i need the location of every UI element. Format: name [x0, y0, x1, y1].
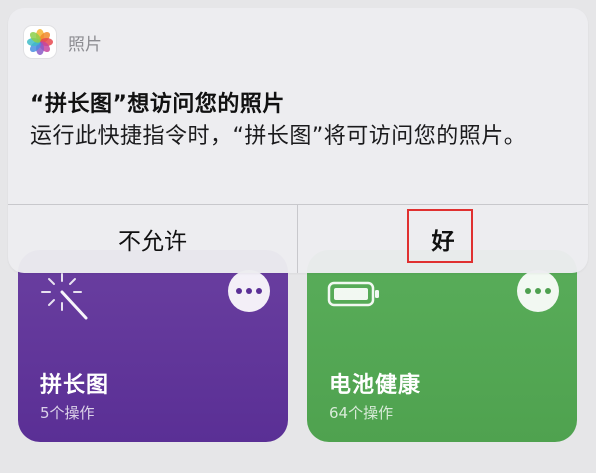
shortcut-action-count: 64个操作: [329, 404, 394, 422]
background: 拼长图 5个操作 电池健康 64个操作 照片 “拼长图”想访问您的照片 运行此快…: [0, 0, 596, 473]
dot-icon: [256, 288, 262, 294]
shortcut-action-count: 5个操作: [40, 404, 95, 422]
alert-title: “拼长图”想访问您的照片: [30, 92, 285, 117]
dot-icon: [535, 288, 541, 294]
more-options-button[interactable]: [517, 270, 559, 312]
photos-app-icon: [24, 26, 56, 58]
alert-app-name: 照片: [68, 34, 102, 55]
permission-alert: 照片 “拼长图”想访问您的照片 运行此快捷指令时，“拼长图”将可访问您的照片。 …: [8, 8, 588, 273]
battery-icon: [327, 270, 383, 318]
deny-button[interactable]: 不允许: [8, 205, 297, 273]
shortcut-card-pinchangtu[interactable]: 拼长图 5个操作: [18, 250, 288, 442]
more-options-button[interactable]: [228, 270, 270, 312]
alert-message: 运行此快捷指令时，“拼长图”将可访问您的照片。: [30, 124, 527, 149]
dot-icon: [236, 288, 242, 294]
allow-button[interactable]: 好: [298, 205, 588, 273]
dot-icon: [525, 288, 531, 294]
alert-app-row: 照片: [24, 26, 102, 58]
dot-icon: [246, 288, 252, 294]
dot-icon: [545, 288, 551, 294]
shortcut-card-battery-health[interactable]: 电池健康 64个操作: [307, 250, 577, 442]
shortcut-title: 拼长图: [40, 373, 110, 398]
shortcut-title: 电池健康: [329, 373, 422, 398]
magic-wand-icon: [38, 270, 98, 326]
